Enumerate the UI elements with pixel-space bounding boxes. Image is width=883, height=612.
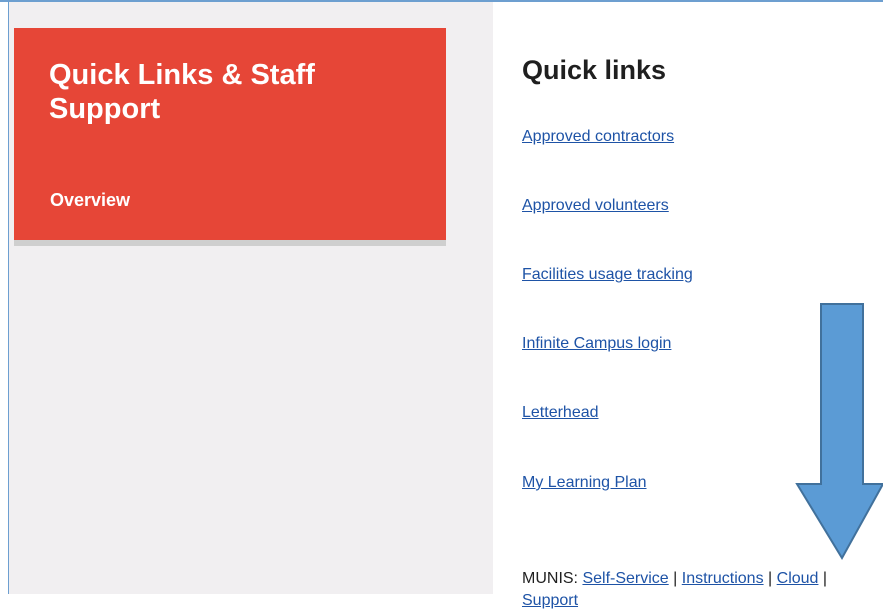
link-munis-cloud[interactable]: Cloud bbox=[777, 570, 819, 587]
munis-separator: | bbox=[768, 570, 773, 587]
down-arrow-shape bbox=[795, 303, 883, 560]
munis-label: MUNIS: bbox=[522, 570, 578, 587]
link-facilities-usage-tracking[interactable]: Facilities usage tracking bbox=[522, 265, 693, 285]
card-title: Quick Links & Staff Support bbox=[49, 59, 315, 125]
munis-line: MUNIS: Self-Service | Instructions | Clo… bbox=[522, 568, 882, 612]
link-my-learning-plan[interactable]: My Learning Plan bbox=[522, 473, 647, 493]
card-subtitle-overview[interactable]: Overview bbox=[50, 189, 130, 211]
quick-links-heading: Quick links bbox=[522, 55, 667, 85]
link-letterhead[interactable]: Letterhead bbox=[522, 403, 599, 423]
link-infinite-campus-login[interactable]: Infinite Campus login bbox=[522, 334, 671, 354]
munis-separator: | bbox=[822, 570, 828, 587]
link-munis-self-service[interactable]: Self-Service bbox=[582, 570, 668, 587]
munis-separator: | bbox=[673, 570, 678, 587]
link-approved-contractors[interactable]: Approved contractors bbox=[522, 127, 674, 147]
link-approved-volunteers[interactable]: Approved volunteers bbox=[522, 196, 669, 216]
link-munis-instructions[interactable]: Instructions bbox=[682, 570, 764, 587]
link-munis-support[interactable]: Support bbox=[522, 592, 578, 609]
quick-links-card: Quick Links & Staff Support Overview bbox=[14, 28, 446, 246]
down-arrow-icon bbox=[795, 303, 883, 560]
